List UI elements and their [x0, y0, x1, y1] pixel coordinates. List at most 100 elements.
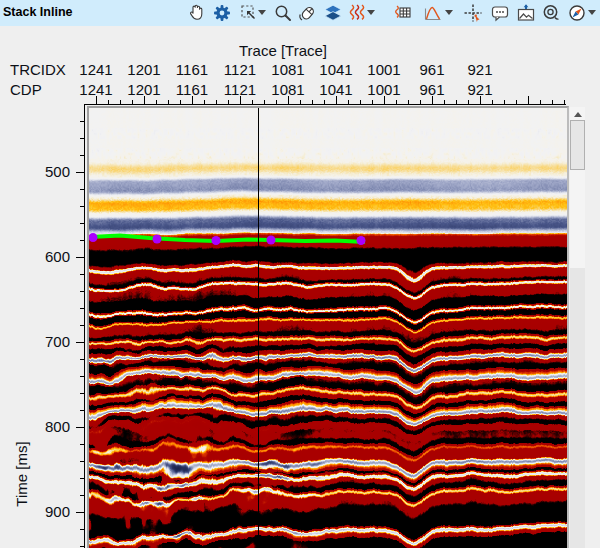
trace-minor-tick: [564, 100, 565, 104]
cdp-row-label: CDP: [10, 82, 42, 98]
trace-minor-tick: [300, 100, 301, 104]
trace-major-tick: [192, 96, 193, 104]
layers-icon[interactable]: [322, 2, 344, 24]
trace-major-tick: [432, 96, 433, 104]
scrollbar-thumb[interactable]: [570, 120, 585, 170]
scrollbar-track-lower[interactable]: [570, 268, 585, 548]
time-minor-tick: [80, 546, 84, 547]
trace-minor-tick: [540, 100, 541, 104]
time-minor-tick: [80, 444, 84, 445]
time-minor-tick: [80, 291, 84, 292]
snapshot-image-icon[interactable]: [515, 2, 537, 24]
select-mode-icon[interactable]: [238, 2, 260, 24]
time-minor-tick: [80, 274, 84, 275]
trace-minor-tick: [252, 100, 253, 104]
trace-minor-tick: [348, 100, 349, 104]
select-mode-dropdown-arrow[interactable]: [258, 10, 266, 15]
trace-minor-tick: [552, 100, 553, 104]
time-major-tick: [76, 172, 84, 173]
orientation-compass-dropdown-arrow[interactable]: [588, 10, 596, 15]
trace-major-tick: [384, 96, 385, 104]
trcidx-row-label: TRCIDX: [10, 62, 66, 78]
time-minor-tick: [80, 461, 84, 462]
trace-minor-tick: [456, 100, 457, 104]
seismic-image[interactable]: [89, 108, 567, 548]
trace-minor-tick: [372, 100, 373, 104]
trace-minor-tick: [204, 100, 205, 104]
time-value-700: 700: [28, 334, 70, 350]
time-major-tick: [76, 512, 84, 513]
time-minor-tick: [80, 393, 84, 394]
time-axis-label: Time [ms]: [14, 434, 30, 514]
time-value-600: 600: [28, 249, 70, 265]
trace-minor-tick: [408, 100, 409, 104]
trace-minor-tick: [180, 100, 181, 104]
trace-minor-tick: [156, 100, 157, 104]
time-value-500: 500: [28, 164, 70, 180]
histogram-curve-icon[interactable]: [422, 2, 444, 24]
trace-minor-tick: [168, 100, 169, 104]
pan-hand-icon[interactable]: [186, 2, 208, 24]
positioning-crosshair-icon[interactable]: [462, 2, 484, 24]
trace-minor-tick: [444, 100, 445, 104]
scrollbar-up-button[interactable]: [570, 107, 585, 120]
time-minor-tick: [80, 138, 84, 139]
time-axis-line: [84, 104, 85, 548]
trace-major-tick: [480, 96, 481, 104]
time-major-tick: [76, 257, 84, 258]
scrollbar-up-arrow-icon: [574, 112, 582, 117]
orientation-compass-icon[interactable]: [566, 2, 588, 24]
trace-minor-tick: [516, 100, 517, 104]
trace-minor-tick: [504, 100, 505, 104]
zoom-q-icon[interactable]: [540, 2, 562, 24]
vertical-scrollbar[interactable]: [570, 107, 585, 548]
trace-axis-title: Trace [Trace]: [183, 43, 383, 59]
trace-minor-tick: [492, 100, 493, 104]
crosshair-line: [258, 108, 259, 548]
trace-minor-tick: [360, 100, 361, 104]
time-minor-tick: [80, 223, 84, 224]
time-minor-tick: [80, 410, 84, 411]
time-minor-tick: [80, 359, 84, 360]
time-minor-tick: [80, 325, 84, 326]
time-minor-tick: [80, 478, 84, 479]
seismic-plot-frame: [87, 106, 569, 548]
toolbar: Stack Inline: [0, 0, 600, 26]
time-minor-tick: [80, 206, 84, 207]
trace-major-tick: [240, 96, 241, 104]
trace-minor-tick: [264, 100, 265, 104]
trcidx-value-921: 921: [452, 62, 508, 78]
trace-major-tick: [336, 96, 337, 104]
mouse-pick-icon[interactable]: [297, 2, 319, 24]
time-minor-tick: [80, 495, 84, 496]
time-major-tick: [76, 427, 84, 428]
trace-minor-tick: [120, 100, 121, 104]
trace-minor-tick: [216, 100, 217, 104]
trace-minor-tick: [132, 100, 133, 104]
trace-major-tick: [96, 96, 97, 104]
time-value-900: 900: [28, 504, 70, 520]
trace-minor-tick: [228, 100, 229, 104]
wiggle-display-dropdown-arrow[interactable]: [367, 10, 375, 15]
time-minor-tick: [80, 155, 84, 156]
trace-minor-tick: [468, 100, 469, 104]
wiggle-display-icon[interactable]: [346, 2, 368, 24]
scrollbar-track-upper[interactable]: [570, 170, 585, 268]
spreadsheet-wiggle-icon[interactable]: [392, 2, 414, 24]
trace-minor-tick: [108, 100, 109, 104]
viewer-window: Stack Inline Trace [Trace] TRCIDX CDP 12…: [0, 0, 600, 548]
zoom-magnifier-icon[interactable]: [272, 2, 294, 24]
time-minor-tick: [80, 121, 84, 122]
time-major-tick: [76, 342, 84, 343]
trace-major-tick: [528, 96, 529, 104]
trace-minor-tick: [324, 100, 325, 104]
settings-gear-icon[interactable]: [211, 2, 233, 24]
annotation-bubble-icon[interactable]: [489, 2, 511, 24]
trace-major-tick: [144, 96, 145, 104]
trace-minor-tick: [312, 100, 313, 104]
trace-minor-tick: [396, 100, 397, 104]
time-value-800: 800: [28, 419, 70, 435]
trace-axis-baseline: [84, 104, 566, 105]
histogram-curve-dropdown-arrow[interactable]: [445, 10, 453, 15]
trace-minor-tick: [420, 100, 421, 104]
